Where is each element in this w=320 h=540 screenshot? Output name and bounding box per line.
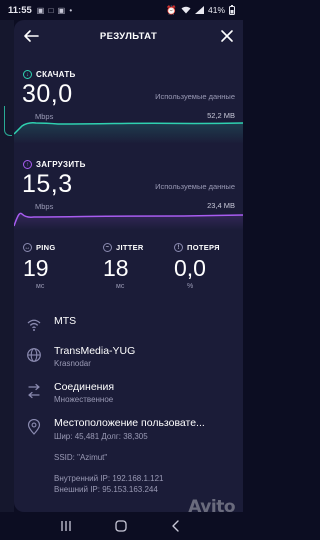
jitter-icon: ~ [103,243,112,252]
download-label: ↓ СКАЧАТЬ [23,70,76,79]
navigation-bar [0,512,243,540]
provider-row: TransMedia-YUG Krasnodar [26,345,236,368]
connections-title: Соединения [54,381,115,393]
background-graph-line [4,106,12,136]
home-icon[interactable] [113,518,129,534]
status-time: 11:55 [8,4,32,16]
ping-stat: ↔ PING 19 мс [23,243,93,290]
provider-name: TransMedia-YUG [54,345,136,357]
connections-value: Множественное [54,395,114,404]
location-pin-icon [27,419,41,435]
wifi-icon [27,319,41,331]
close-icon[interactable] [218,27,236,45]
background-app-strip [0,20,14,520]
connections-icon [28,383,40,399]
location-coords: Шир: 45,481 Долг: 38,305 [54,432,148,441]
loss-stat: ! ПОТЕРЯ 0,0 % [174,243,243,290]
ping-value: 19 [23,255,49,281]
recent-apps-icon[interactable] [58,518,74,534]
result-panel: РЕЗУЛЬТАТ ↓ СКАЧАТЬ 30,0 Mbps Используем… [14,20,243,512]
signal-icon [194,6,204,14]
packet-loss-icon: ! [174,243,183,252]
notification-icons: ▣ □ ▣ • [36,5,74,15]
jitter-value: 18 [103,255,129,281]
status-right: ⏰ 41% [166,5,235,16]
globe-icon [27,348,41,362]
back-nav-icon[interactable] [168,518,184,534]
provider-city: Krasnodar [54,359,91,368]
wifi-status-icon [181,6,191,14]
upload-graph [14,212,243,230]
loss-label: ПОТЕРЯ [187,243,220,252]
external-ip: Внешний IP: 95.153.163.244 [54,485,158,494]
ping-label: PING [36,243,56,252]
status-bar: 11:55 ▣ □ ▣ • ⏰ 41% [0,0,243,20]
connections-row: Соединения Множественное [26,381,236,404]
jitter-label: JITTER [116,243,144,252]
upload-arrow-icon: ↑ [23,160,32,169]
upload-label: ↑ ЗАГРУЗИТЬ [23,160,86,169]
location-title: Местоположение пользовате... [54,417,205,429]
internal-ip: Внутренний IP: 192.168.1.121 [54,474,164,483]
download-used-label: Используемые данные [155,92,235,101]
loss-value: 0,0 [174,255,206,281]
page-title: РЕЗУЛЬТАТ [99,31,158,42]
location-row: Местоположение пользовате... Шир: 45,481… [26,417,236,494]
network-row: MTS [26,315,236,333]
battery-icon [229,5,235,15]
jitter-unit: мс [116,283,125,290]
result-header: РЕЗУЛЬТАТ [14,20,243,54]
download-arrow-icon: ↓ [23,70,32,79]
jitter-stat: ~ JITTER 18 мс [103,243,173,290]
network-name: MTS [54,315,77,327]
loss-unit: % [187,283,194,290]
download-graph [14,122,243,144]
ping-unit: мс [36,283,45,290]
battery-percent: 41% [207,5,225,15]
location-ssid: SSID: "Azimut" [54,453,108,462]
alarm-icon: ⏰ [166,4,177,15]
ping-icon: ↔ [23,243,32,252]
